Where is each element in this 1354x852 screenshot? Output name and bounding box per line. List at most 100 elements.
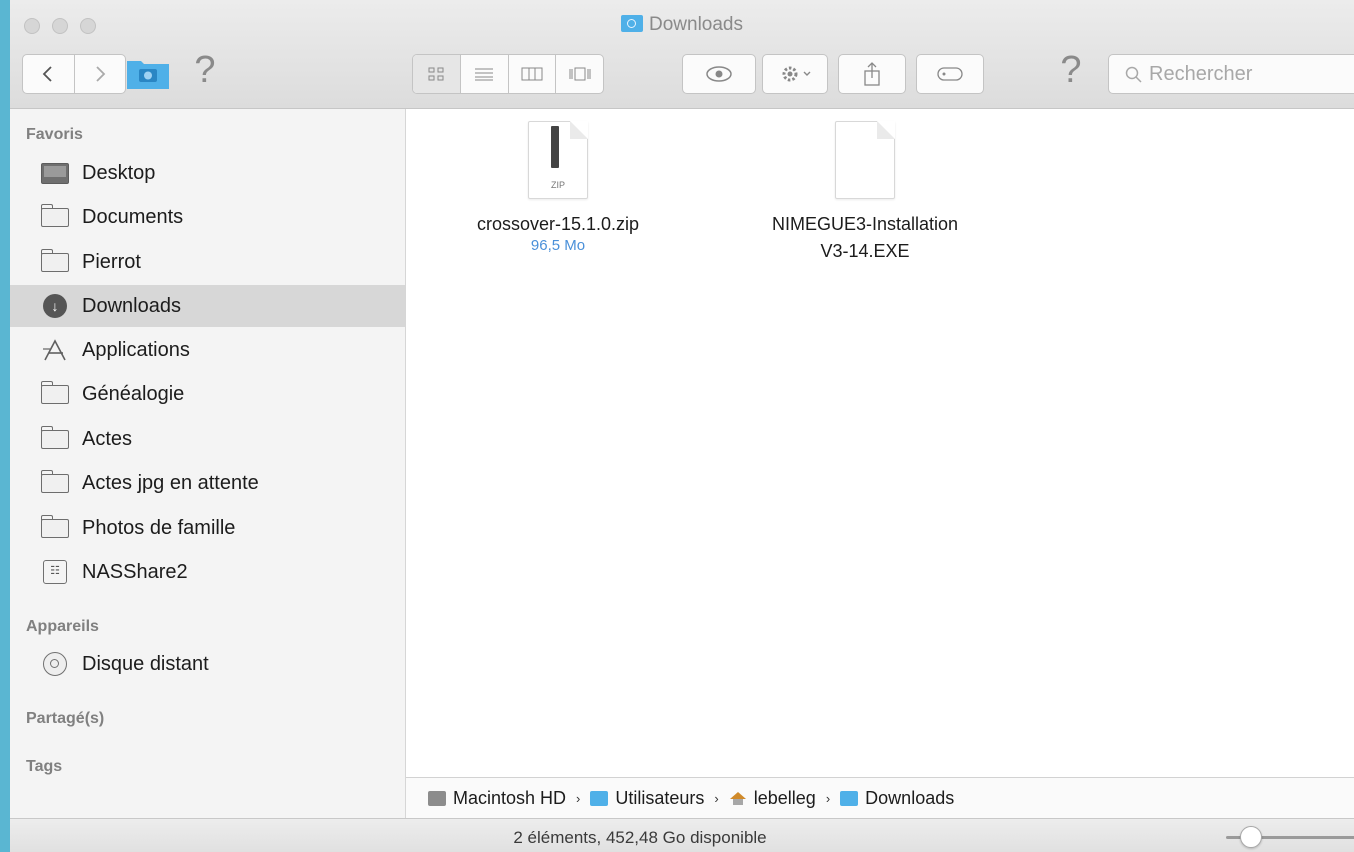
folder-icon: [40, 380, 69, 404]
zipper-icon: [551, 126, 559, 168]
zip-file-icon: ZIP: [528, 121, 588, 199]
help-button-2[interactable]: ?: [1056, 48, 1086, 92]
folder-icon: [40, 469, 69, 493]
status-bar: 2 éléments, 452,48 Go disponible: [10, 818, 1354, 852]
file-name-line1: NIMEGUE3-Installation: [771, 214, 959, 234]
downloads-folder-icon: [840, 791, 859, 806]
sidebar-item-documents[interactable]: Documents: [10, 196, 405, 238]
forward-button[interactable]: [75, 55, 126, 93]
downloads-icon: ↓: [43, 294, 67, 318]
sidebar-item-pierrot[interactable]: Pierrot: [10, 241, 405, 283]
path-item-downloads[interactable]: Downloads: [840, 788, 954, 809]
title-toolbar: Downloads ? ? Rechercher: [10, 0, 1354, 109]
sidebar-item-disque-distant[interactable]: Disque distant: [10, 643, 405, 685]
list-icon: [475, 68, 494, 81]
sidebar-item-label: NASShare2: [82, 560, 188, 583]
cover-flow-icon: [569, 67, 591, 81]
disk-icon: [43, 652, 67, 676]
eye-icon: [706, 66, 732, 82]
cover-flow-button[interactable]: [556, 55, 603, 93]
share-button[interactable]: [838, 54, 906, 94]
sidebar-item-actes-jpg[interactable]: Actes jpg en attente: [10, 462, 405, 504]
action-menu-button[interactable]: [762, 54, 828, 94]
sidebar-item-label: Pierrot: [82, 250, 141, 273]
sidebar-item-photos-de-famille[interactable]: Photos de famille: [10, 507, 405, 549]
home-icon: [729, 792, 746, 805]
status-text: 2 éléments, 452,48 Go disponible: [513, 828, 767, 847]
file-area[interactable]: ZIP crossover-15.1.0.zip 96,5 Mo NIMEGUE…: [406, 109, 1354, 777]
file-type-label: ZIP: [550, 180, 565, 190]
sidebar-item-label: Actes: [82, 427, 133, 450]
folder-icon: [40, 514, 69, 538]
path-bar: Macintosh HD › Utilisateurs › lebelleg ›…: [406, 777, 1354, 819]
shared-heading: Partagé(s): [26, 710, 105, 727]
favorites-heading: Favoris: [26, 126, 83, 143]
tag-icon: [937, 67, 963, 81]
sidebar-item-nasshare2[interactable]: ☷ NASShare2: [10, 551, 405, 593]
path-item-lebelleg[interactable]: lebelleg: [729, 788, 816, 809]
finder-window: Downloads ? ? Rechercher Favoris Desktop…: [10, 0, 1354, 852]
desktop-icon: [41, 162, 69, 184]
tags-button[interactable]: [916, 54, 984, 94]
icon-size-slider-knob[interactable]: [1240, 826, 1262, 848]
column-view-button[interactable]: [509, 55, 557, 93]
sidebar-item-label: Desktop: [82, 161, 156, 184]
path-separator: ›: [714, 791, 719, 806]
help-button[interactable]: ?: [190, 48, 220, 92]
sidebar-item-label: Applications: [82, 338, 190, 361]
sidebar: Favoris Desktop Documents Pierrot ↓ Down…: [10, 109, 406, 818]
sidebar-item-label: Downloads: [82, 294, 181, 317]
file-name: crossover-15.1.0.zip: [476, 214, 640, 234]
folder-icon: [40, 248, 69, 272]
sidebar-item-genealogie[interactable]: Généalogie: [10, 373, 405, 415]
grid-icon: [428, 67, 444, 81]
sidebar-item-applications[interactable]: Applications: [10, 329, 405, 371]
share-icon: [864, 62, 880, 86]
camera-folder-icon: [127, 61, 169, 89]
file-item-exe[interactable]: NIMEGUE3-Installation V3-14.EXE: [750, 121, 980, 265]
sidebar-item-downloads[interactable]: ↓ Downloads: [10, 285, 405, 327]
list-view-button[interactable]: [461, 55, 509, 93]
file-item-zip[interactable]: ZIP crossover-15.1.0.zip 96,5 Mo: [458, 121, 658, 254]
downloads-folder-icon: [621, 15, 643, 32]
folder-icon: [40, 425, 69, 449]
window-title: Downloads: [10, 14, 1354, 36]
file-name: NIMEGUE3-Installation V3-14.EXE: [750, 211, 980, 265]
search-field[interactable]: Rechercher: [1108, 54, 1354, 94]
applications-icon: [43, 339, 66, 361]
view-mode-control: [412, 54, 604, 94]
hard-drive-icon: [428, 791, 446, 806]
path-item-utilisateurs[interactable]: Utilisateurs: [590, 788, 704, 809]
file-name-line2: V3-14.EXE: [820, 241, 910, 261]
window-title-text: Downloads: [649, 14, 743, 35]
proxy-folder-icon[interactable]: [125, 55, 171, 91]
path-item-macintosh-hd[interactable]: Macintosh HD: [428, 788, 566, 809]
devices-heading: Appareils: [26, 618, 99, 635]
gear-icon: [782, 66, 811, 82]
nas-icon: ☷: [43, 560, 67, 584]
path-item-label: Downloads: [865, 788, 955, 808]
sidebar-item-label: Disque distant: [82, 652, 209, 675]
sidebar-item-desktop[interactable]: Desktop: [10, 152, 405, 194]
file-size: 96,5 Mo: [530, 237, 586, 254]
sidebar-item-label: Généalogie: [82, 382, 185, 405]
chevron-right-icon: [96, 66, 106, 82]
tags-heading: Tags: [26, 758, 63, 775]
search-icon: [1125, 66, 1142, 83]
columns-icon: [521, 67, 543, 81]
back-button[interactable]: [23, 55, 75, 93]
path-item-label: Utilisateurs: [615, 788, 705, 808]
sidebar-item-label: Documents: [82, 205, 184, 228]
path-separator: ›: [825, 791, 831, 806]
icon-view-button[interactable]: [413, 55, 461, 93]
sidebar-item-label: Photos de famille: [82, 516, 236, 539]
sidebar-item-actes[interactable]: Actes: [10, 418, 405, 460]
quick-look-button[interactable]: [682, 54, 756, 94]
path-separator: ›: [576, 791, 581, 806]
sidebar-item-label: Actes jpg en attente: [82, 471, 259, 494]
path-item-label: lebelleg: [753, 788, 816, 808]
back-forward-control: [22, 54, 126, 94]
search-placeholder: Rechercher: [1149, 63, 1253, 85]
document-icon: [835, 121, 895, 199]
chevron-left-icon: [42, 66, 52, 82]
